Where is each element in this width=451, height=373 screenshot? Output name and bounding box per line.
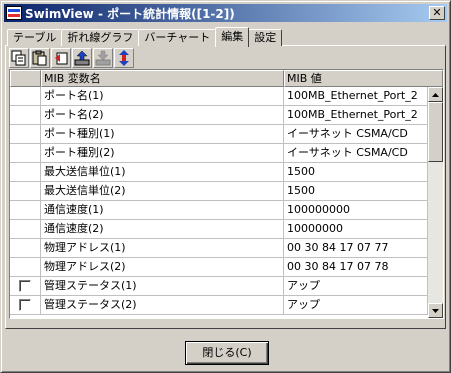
table-row[interactable]: ポート種別(2) イーサネット CSMA/CD (10, 144, 428, 163)
mib-variable-cell: 物理アドレス(2) (41, 258, 284, 277)
paste-icon (32, 50, 47, 66)
mib-variable-cell: 最大送信単位(1) (41, 163, 284, 182)
mib-variable-cell: 管理ステータス(2) (41, 296, 284, 315)
row-select-cell[interactable] (10, 87, 41, 106)
table-row[interactable]: 物理アドレス(1) 00 30 84 17 07 77 (10, 239, 428, 258)
upload-icon (74, 50, 90, 66)
tab-strip: テーブル 折れ線グラフ バーチャート 編集 設定 (7, 27, 283, 47)
row-checkbox[interactable] (19, 299, 31, 311)
header-select[interactable] (10, 70, 41, 87)
table-row[interactable]: 通信速度(2) 10000000 (10, 220, 428, 239)
mib-variable-cell: 通信速度(1) (41, 201, 284, 220)
mib-variable-cell: ポート名(1) (41, 87, 284, 106)
row-select-cell[interactable] (10, 163, 41, 182)
mib-variable-cell: ポート種別(1) (41, 125, 284, 144)
mib-variable-cell: ポート種別(2) (41, 144, 284, 163)
mib-variable-cell: 物理アドレス(1) (41, 239, 284, 258)
table-row[interactable]: ポート名(1) 100MB_Ethernet_Port_2 (10, 87, 428, 106)
table-header: MIB 変数名 MIB 値 (10, 70, 443, 87)
table-row[interactable]: 最大送信単位(2) 1500 (10, 182, 428, 201)
tab-bar-chart[interactable]: バーチャート (138, 29, 217, 46)
table-body: ポート名(1) 100MB_Ethernet_Port_2 ポート名(2) 100MB… (10, 87, 428, 315)
table-row[interactable]: 管理ステータス(1) アップ (10, 277, 428, 296)
app-icon (6, 6, 22, 20)
mib-table: MIB 変数名 MIB 値 ポート名(1) 100MB_Ethernet_Port… (9, 69, 444, 319)
download-button[interactable] (93, 48, 113, 68)
mib-value-cell[interactable]: 00 30 84 17 07 77 (284, 239, 428, 258)
copy-icon (11, 50, 26, 66)
dialog-window: SwimView - ポート統計情報([1-2]) ✕ テーブル 折れ線グラフ … (0, 0, 451, 373)
arrow-down-icon (432, 308, 439, 313)
header-mib-value[interactable]: MIB 値 (284, 70, 443, 87)
mib-value-cell[interactable]: アップ (284, 277, 428, 296)
scroll-up-button[interactable] (428, 87, 443, 102)
mib-variable-cell: 最大送信単位(2) (41, 182, 284, 201)
scroll-down-button[interactable] (428, 303, 443, 318)
table-row[interactable]: ポート種別(1) イーサネット CSMA/CD (10, 125, 428, 144)
mib-value-cell[interactable]: 1500 (284, 182, 428, 201)
row-select-cell[interactable] (10, 296, 41, 315)
scroll-thumb[interactable] (428, 102, 443, 162)
row-select-cell[interactable] (10, 258, 41, 277)
table-row[interactable]: 通信速度(1) 100000000 (10, 201, 428, 220)
row-select-cell[interactable] (10, 182, 41, 201)
row-select-cell[interactable] (10, 277, 41, 296)
mib-value-cell[interactable]: 100MB_Ethernet_Port_2 (284, 87, 428, 106)
mib-variable-cell: 通信速度(2) (41, 220, 284, 239)
row-select-cell[interactable] (10, 220, 41, 239)
upload-button[interactable] (72, 48, 92, 68)
table-row[interactable]: ポート名(2) 100MB_Ethernet_Port_2 (10, 106, 428, 125)
close-button[interactable]: 閉じる(C) (185, 341, 269, 365)
row-select-cell[interactable] (10, 106, 41, 125)
copy-button[interactable] (9, 48, 29, 68)
vertical-scrollbar[interactable] (428, 87, 443, 318)
mib-value-cell[interactable]: イーサネット CSMA/CD (284, 125, 428, 144)
tab-line-graph[interactable]: 折れ線グラフ (61, 29, 140, 46)
undo-icon (55, 52, 68, 65)
tab-table[interactable]: テーブル (7, 29, 63, 46)
header-mib-variable[interactable]: MIB 変数名 (41, 70, 284, 87)
table-row[interactable]: 管理ステータス(2) アップ (10, 296, 428, 315)
download-icon (95, 50, 111, 66)
row-select-cell[interactable] (10, 125, 41, 144)
toolbar (9, 48, 135, 68)
mib-value-cell[interactable]: 100000000 (284, 201, 428, 220)
window-title: SwimView - ポート統計情報([1-2]) (25, 6, 235, 21)
tab-settings[interactable]: 設定 (248, 29, 283, 46)
mib-value-cell[interactable]: イーサネット CSMA/CD (284, 144, 428, 163)
sort-icon (119, 50, 129, 66)
title-bar[interactable]: SwimView - ポート統計情報([1-2]) ✕ (4, 4, 447, 22)
mib-value-cell[interactable]: 1500 (284, 163, 428, 182)
row-select-cell[interactable] (10, 144, 41, 163)
mib-value-cell[interactable]: 10000000 (284, 220, 428, 239)
mib-value-cell[interactable]: 00 30 84 17 07 78 (284, 258, 428, 277)
table-row[interactable]: 物理アドレス(2) 00 30 84 17 07 78 (10, 258, 428, 277)
mib-variable-cell: ポート名(2) (41, 106, 284, 125)
row-checkbox[interactable] (19, 280, 31, 292)
mib-value-cell[interactable]: 100MB_Ethernet_Port_2 (284, 106, 428, 125)
row-select-cell[interactable] (10, 201, 41, 220)
arrow-up-icon (432, 92, 439, 97)
mib-value-cell[interactable]: アップ (284, 296, 428, 315)
row-select-cell[interactable] (10, 239, 41, 258)
undo-button[interactable] (51, 48, 71, 68)
table-row[interactable]: 最大送信単位(1) 1500 (10, 163, 428, 182)
window-close-button[interactable]: ✕ (429, 6, 445, 20)
mib-variable-cell: 管理ステータス(1) (41, 277, 284, 296)
tab-edit[interactable]: 編集 (215, 27, 250, 47)
sort-button[interactable] (114, 48, 134, 68)
paste-button[interactable] (30, 48, 50, 68)
